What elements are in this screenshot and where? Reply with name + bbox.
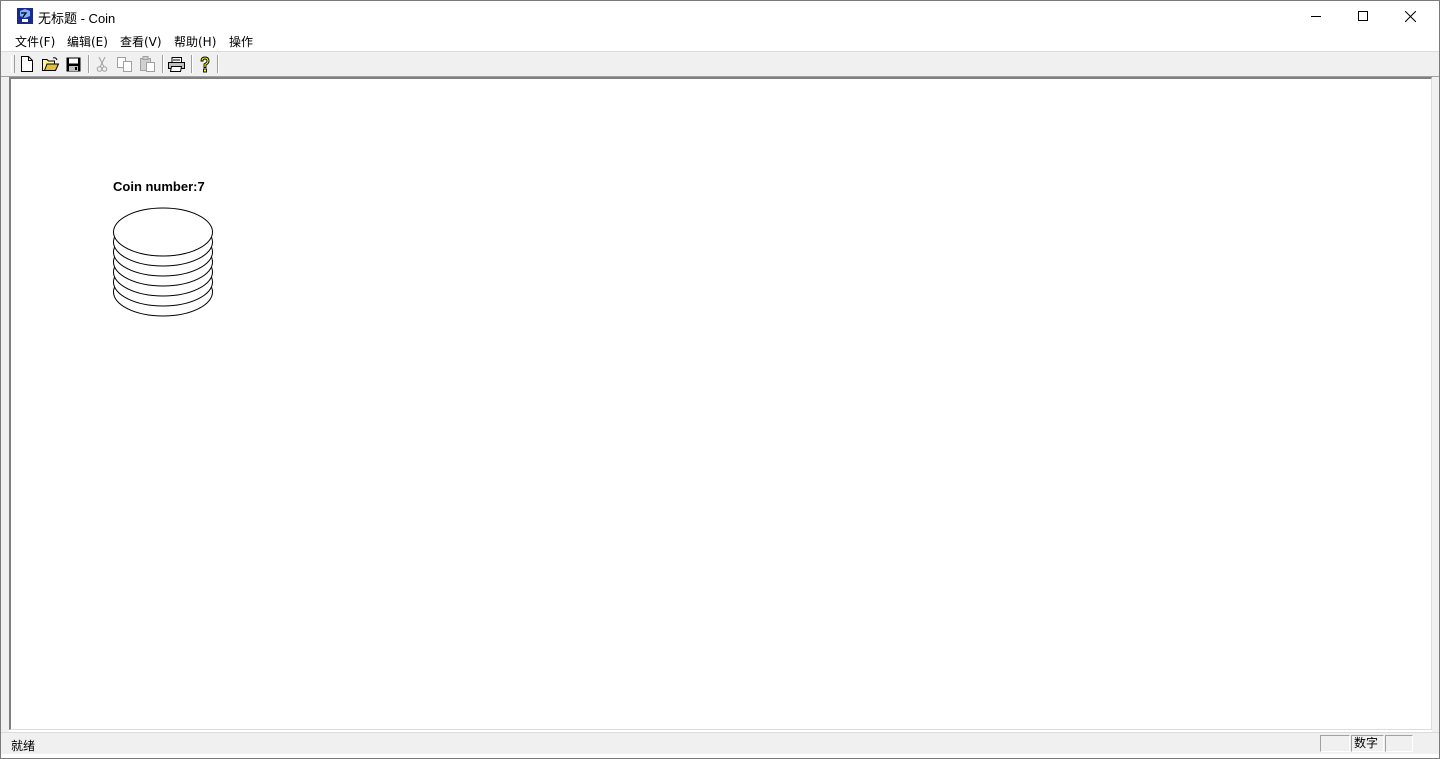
status-bar: 就绪 数字 (1, 732, 1439, 754)
paste-button[interactable] (138, 54, 158, 74)
close-icon (1404, 10, 1416, 22)
copy-button[interactable] (115, 54, 135, 74)
minimize-button[interactable] (1293, 1, 1339, 31)
app-window: 无标题 - Coin 文件(F) 编辑(E) 查看(V) 帮助(H) 操作 Co… (0, 0, 1440, 759)
coin-number-label: Coin number:7 (113, 179, 205, 194)
help-icon (200, 56, 210, 72)
open-button[interactable] (40, 54, 60, 74)
toolbar-separator (162, 55, 164, 73)
title-bar[interactable]: 无标题 - Coin (1, 1, 1439, 31)
status-pane-scroll (1385, 735, 1413, 752)
window-title: 无标题 - Coin (38, 11, 116, 26)
status-pane-num: 数字 (1351, 735, 1384, 752)
status-text: 就绪 (11, 739, 36, 753)
app-icon[interactable] (17, 8, 33, 24)
print-button[interactable] (166, 54, 186, 74)
open-folder-icon (41, 57, 59, 71)
cut-icon (96, 56, 108, 72)
maximize-icon (1358, 11, 1368, 21)
toolbar (1, 51, 1439, 77)
toolbar-separator (88, 55, 90, 73)
cut-button[interactable] (92, 54, 112, 74)
minimize-icon (1311, 16, 1321, 17)
print-icon (167, 56, 185, 72)
menu-view[interactable]: 查看(V) (120, 33, 162, 50)
save-icon (66, 57, 80, 71)
close-button[interactable] (1387, 1, 1433, 31)
right-frame (1432, 77, 1439, 732)
about-button[interactable] (195, 54, 215, 74)
menu-operate[interactable]: 操作 (229, 33, 253, 50)
copy-icon (117, 56, 132, 72)
status-pane-caps (1320, 735, 1350, 752)
toolbar-grip[interactable] (11, 55, 15, 73)
document-view[interactable]: Coin number:7 (9, 77, 1432, 730)
new-file-icon (21, 56, 33, 72)
coin-stack (113, 207, 213, 317)
toolbar-separator (217, 55, 219, 73)
menu-edit[interactable]: 编辑(E) (67, 33, 108, 50)
coin (113, 207, 213, 257)
save-button[interactable] (63, 54, 83, 74)
maximize-button[interactable] (1340, 1, 1386, 31)
menu-help[interactable]: 帮助(H) (174, 33, 216, 50)
paste-icon (140, 56, 155, 72)
new-button[interactable] (17, 54, 37, 74)
menu-bar: 文件(F) 编辑(E) 查看(V) 帮助(H) 操作 (1, 31, 1439, 51)
toolbar-separator (191, 55, 193, 73)
menu-file[interactable]: 文件(F) (15, 33, 55, 50)
left-frame (1, 77, 9, 732)
